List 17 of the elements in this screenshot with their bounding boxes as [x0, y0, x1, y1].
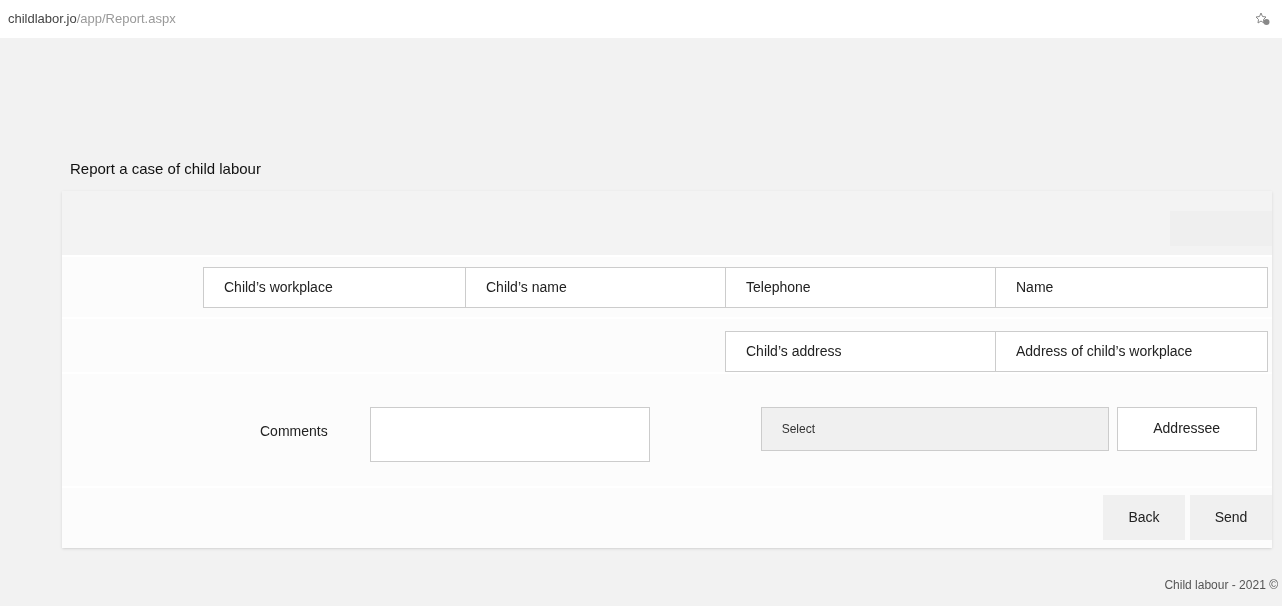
text-field[interactable]: Child’s workplace	[203, 266, 466, 308]
text-field[interactable]: Name	[995, 266, 1268, 308]
addressee-select[interactable]: Select	[760, 406, 1109, 451]
comments-field[interactable]	[369, 406, 650, 462]
text-field[interactable]: Telephone	[725, 266, 996, 308]
form-button[interactable]: Send	[1190, 495, 1272, 541]
url-domain: childlabor.jo	[8, 10, 77, 29]
form-title: Report a case of child labour	[70, 159, 262, 179]
footer-text: Child labour - 2021 ©	[1164, 576, 1278, 594]
text-field[interactable]: Child’s name	[465, 266, 726, 308]
addressee-label: Addressee	[1116, 406, 1257, 451]
form-button[interactable]: Back	[1103, 495, 1185, 541]
favorites-star-icon[interactable]	[1256, 12, 1270, 26]
url-path: /app/Report.aspx	[76, 10, 176, 29]
text-field[interactable]: Child’s address	[725, 330, 996, 372]
comments-label: Comments	[260, 421, 328, 441]
text-field[interactable]: Address of child’s workplace	[995, 330, 1268, 372]
